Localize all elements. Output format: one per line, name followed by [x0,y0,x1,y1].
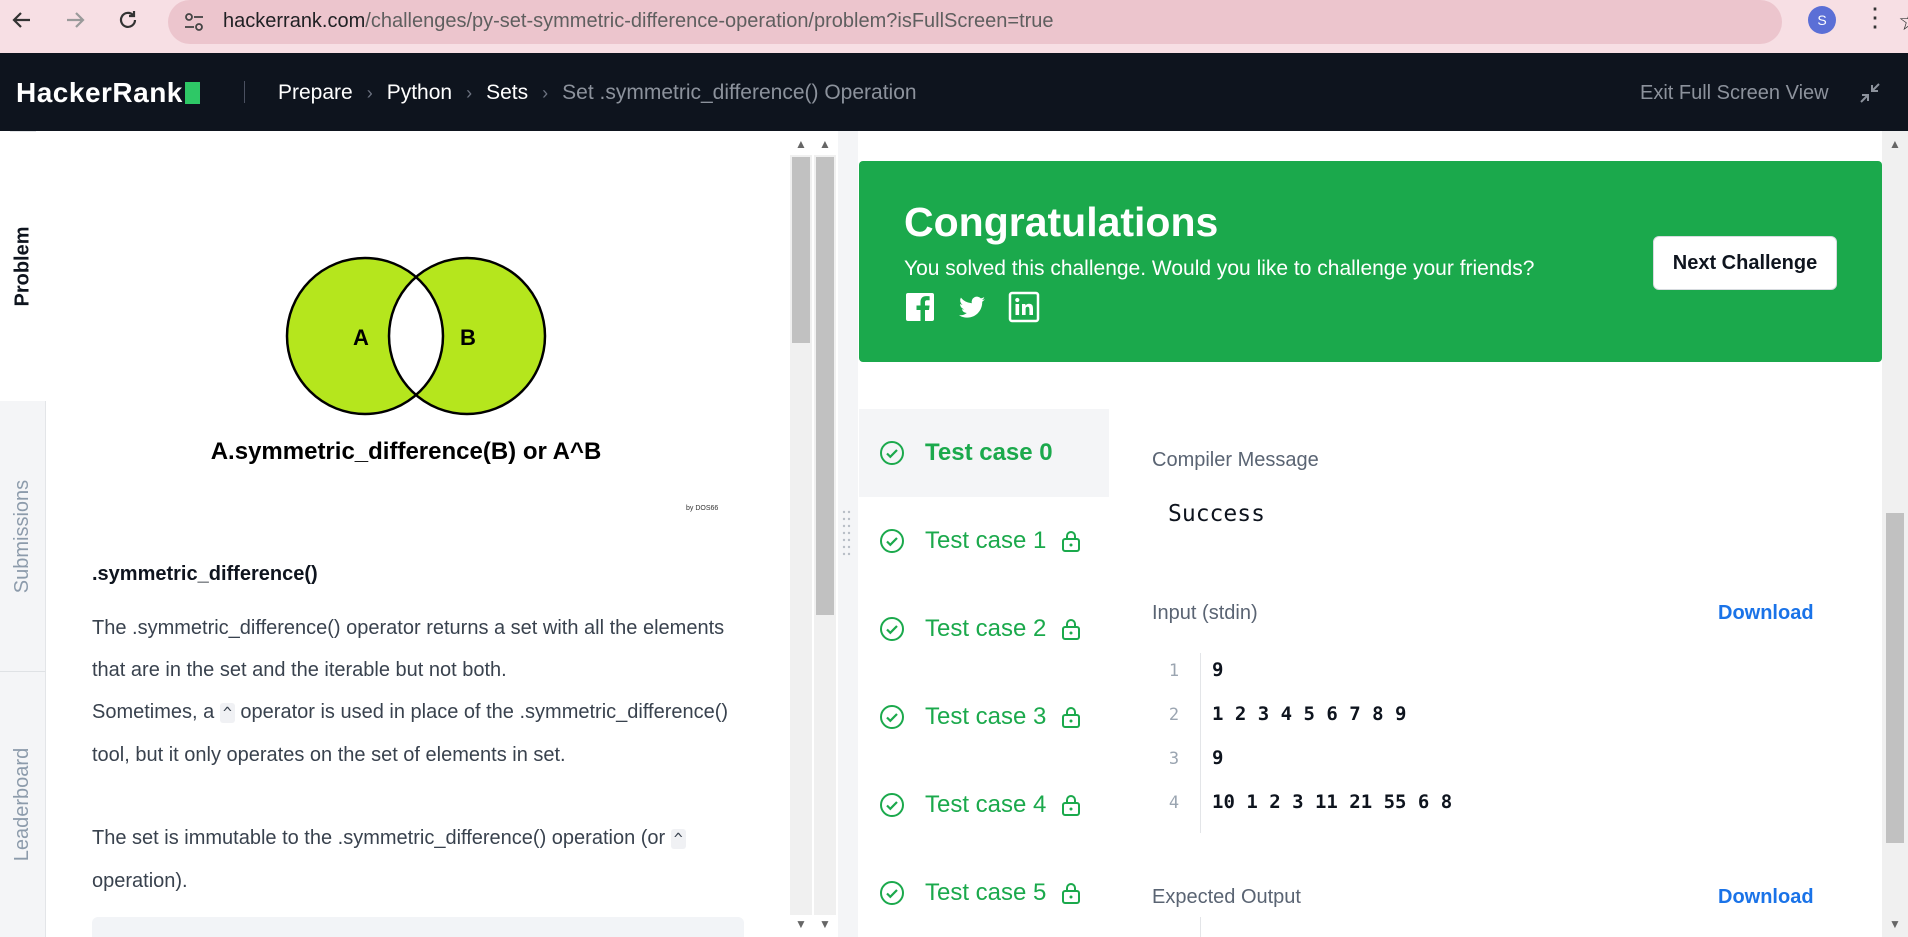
reload-icon[interactable] [108,0,148,40]
scroll-up-arrow-icon[interactable]: ▲ [1884,137,1906,151]
scroll-up-arrow-icon[interactable]: ▲ [814,137,836,151]
url-text: hackerrank.com/challenges/py-set-symmetr… [223,10,1054,32]
lock-icon [1062,531,1081,552]
test-case-tab[interactable]: Test case 4 [859,761,1109,849]
input-label: Input (stdin) [1152,602,1258,624]
problem-scrollbar[interactable]: ▲ ▲ ▼ ▼ [788,131,838,937]
drag-handle-icon[interactable] [842,508,852,558]
lock-icon [1062,883,1081,904]
scroll-down-arrow-icon[interactable]: ▼ [790,917,812,931]
test-case-tab[interactable]: Test case 5 [859,849,1109,937]
vertical-tabs: Problem Submissions Leaderboard [0,131,46,937]
compiler-message-label: Compiler Message [1152,449,1319,471]
compiler-message: Success [1168,501,1265,527]
bookmark-star-icon[interactable]: ☆ [1898,6,1908,37]
venn-caption: A.symmetric_difference(B) or A^B [210,438,602,465]
code-line: 21 2 3 4 5 6 7 8 9 [1168,703,1407,725]
banner-title: Congratulations [904,199,1219,245]
scroll-down-arrow-icon[interactable]: ▼ [814,917,836,931]
tab-problem[interactable]: Problem [0,131,46,401]
scrollbar-thumb[interactable] [792,157,810,343]
breadcrumb-python[interactable]: Python [387,81,452,105]
scroll-down-arrow-icon[interactable]: ▼ [1884,917,1906,931]
results-scrollbar[interactable]: ▲ ▼ [1882,131,1908,937]
test-case-label: Test case 0 [925,439,1053,466]
code-line: 39 [1168,747,1224,769]
download-expected-link[interactable]: Download [1718,886,1814,909]
test-case-label: Test case 3 [925,703,1047,730]
address-bar[interactable]: hackerrank.com/challenges/py-set-symmetr… [168,0,1908,44]
test-case-tab[interactable]: Test case 3 [859,673,1109,761]
code-example-block [92,917,744,937]
test-case-label: Test case 2 [925,615,1047,642]
chevron-right-icon: › [366,82,373,103]
results-panel: Congratulations You solved this challeng… [858,131,1908,937]
venn-label-b: B [460,325,476,350]
hackerrank-logo[interactable]: HackerRank [16,77,200,109]
venn-label-a: A [353,325,369,350]
problem-statement: A B A.symmetric_difference(B) or A^B by … [46,131,790,937]
chevron-right-icon: › [542,82,549,103]
test-case-label: Test case 5 [925,879,1047,906]
test-case-label: Test case 4 [925,791,1047,818]
description-paragraph: The .symmetric_difference() operator ret… [92,617,725,681]
image-credit: by DOS66 [686,505,719,512]
venn-diagram: A B [285,256,547,416]
linkedin-icon[interactable] [1008,291,1040,323]
success-banner: Congratulations You solved this challeng… [859,161,1882,362]
description-paragraph: The set is immutable to the .symmetric_d… [92,817,732,902]
banner-subtitle: You solved this challenge. Would you lik… [904,257,1535,280]
test-case-label: Test case 1 [925,527,1047,554]
site-info-icon[interactable] [182,10,206,34]
check-circle-icon [880,617,904,641]
next-challenge-button[interactable]: Next Challenge [1653,236,1837,290]
chevron-right-icon: › [466,82,473,103]
code-line: 19 [1168,659,1224,681]
breadcrumb: Prepare › Python › Sets › Set .symmetric… [278,81,917,105]
scrollbar-thumb[interactable] [1886,513,1904,843]
test-case-tab[interactable]: Test case 0 [859,409,1109,497]
lock-icon [1062,619,1081,640]
tab-leaderboard[interactable]: Leaderboard [0,671,46,937]
site-header: HackerRank Prepare › Python › Sets › Set… [0,53,1908,131]
test-case-tab[interactable]: Test case 2 [859,585,1109,673]
lock-icon [1062,795,1081,816]
back-arrow-icon[interactable] [2,0,42,40]
scroll-up-arrow-icon[interactable]: ▲ [790,137,812,151]
check-circle-icon [880,441,904,465]
check-circle-icon [880,881,904,905]
scrollbar-thumb[interactable] [816,157,834,615]
breadcrumb-prepare[interactable]: Prepare [278,81,353,105]
breadcrumb-sets[interactable]: Sets [486,81,528,105]
test-case-list: Test case 0 Test case 1 Test case 2 Test… [859,409,1109,937]
twitter-icon[interactable] [956,291,988,323]
download-input-link[interactable]: Download [1718,602,1814,625]
lock-icon [1062,707,1081,728]
tab-submissions[interactable]: Submissions [0,401,46,671]
forward-arrow-icon[interactable] [55,0,95,40]
breadcrumb-current: Set .symmetric_difference() Operation [562,81,917,104]
profile-avatar[interactable]: S [1808,6,1836,34]
facebook-icon[interactable] [904,291,936,323]
check-circle-icon [880,705,904,729]
kebab-menu-icon[interactable]: ⋮ [1862,2,1888,33]
test-case-tab[interactable]: Test case 1 [859,497,1109,585]
exit-full-screen-link[interactable]: Exit Full Screen View [1640,82,1829,105]
check-circle-icon [880,793,904,817]
description-paragraph: Sometimes, a ^ operator is used in place… [92,701,729,766]
check-circle-icon [880,529,904,553]
input-code-view: 19 21 2 3 4 5 6 7 8 9 39 4 10 1 2 3 11 21… [1152,653,1812,829]
expected-output-label: Expected Output [1152,886,1301,908]
code-line: 4 10 1 2 3 11 21 55 6 8 [1168,791,1453,813]
browser-toolbar: hackerrank.com/challenges/py-set-symmetr… [0,0,1908,53]
method-heading: .symmetric_difference() [92,563,318,585]
collapse-icon[interactable] [1858,81,1882,105]
